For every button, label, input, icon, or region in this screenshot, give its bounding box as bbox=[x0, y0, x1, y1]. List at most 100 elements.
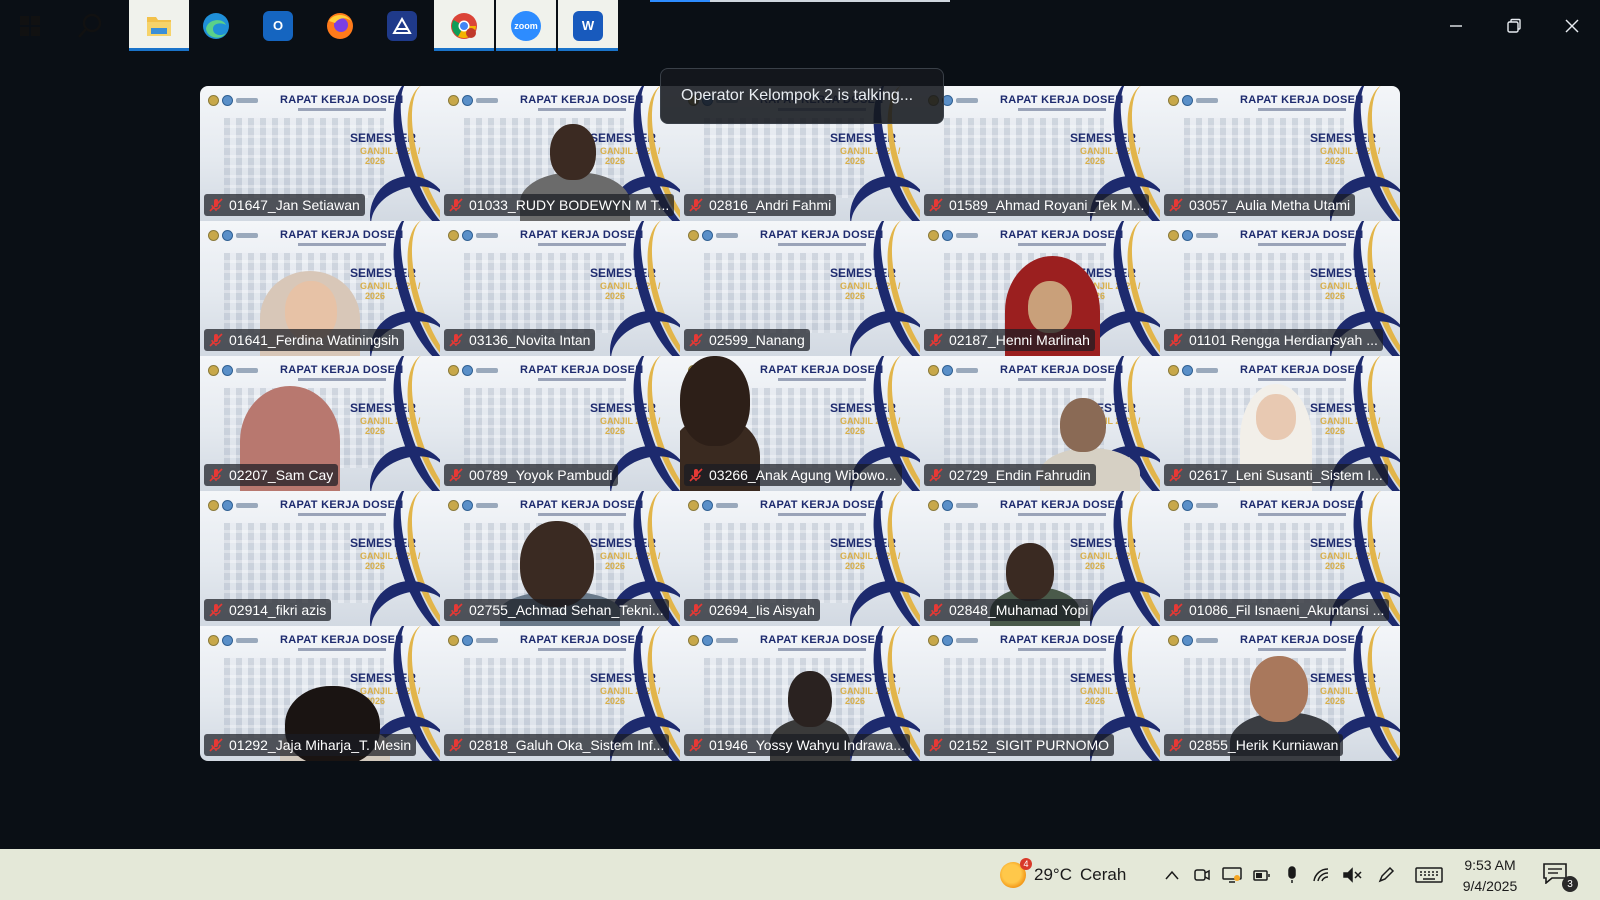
slide-building-image bbox=[704, 253, 864, 333]
participant-name-tag: 02694_Iis Aisyah bbox=[684, 599, 820, 621]
battery-tray-icon[interactable] bbox=[1248, 849, 1276, 900]
slide-logos bbox=[1168, 95, 1218, 106]
meet-now-tray-icon[interactable] bbox=[1188, 849, 1216, 900]
participant-tile[interactable]: RAPAT KERJA DOSEN SEMESTER GANJIL 2025 /… bbox=[920, 86, 1160, 221]
slide-year: 2026 bbox=[1085, 156, 1106, 166]
mic-muted-icon bbox=[209, 738, 223, 752]
touch-keyboard-button[interactable] bbox=[1412, 849, 1446, 900]
mic-muted-icon bbox=[1169, 468, 1183, 482]
participant-name: 00789_Yoyok Pambudi bbox=[469, 467, 613, 483]
participant-tile[interactable]: RAPAT KERJA DOSEN SEMESTER GANJIL 2025 /… bbox=[920, 356, 1160, 491]
participant-tile[interactable]: RAPAT KERJA DOSEN SEMESTER GANJIL 2025 /… bbox=[200, 491, 440, 626]
slide-building-image bbox=[1184, 523, 1344, 603]
participant-tile[interactable]: RAPAT KERJA DOSEN SEMESTER GANJIL 2025 /… bbox=[440, 86, 680, 221]
slide-title: RAPAT KERJA DOSEN bbox=[760, 499, 884, 511]
file-explorer-button[interactable] bbox=[129, 0, 189, 51]
keyboard-icon bbox=[1415, 866, 1443, 883]
edge-button[interactable] bbox=[186, 0, 246, 51]
participant-gallery: RAPAT KERJA DOSEN SEMESTER GANJIL 2025 /… bbox=[200, 86, 1400, 761]
participant-name: 02818_Galuh Oka_Sistem Inf... bbox=[469, 737, 665, 753]
mic-muted-icon bbox=[449, 468, 463, 482]
slide-year: 2026 bbox=[845, 156, 866, 166]
slide-logos bbox=[688, 230, 738, 241]
microphone-tray-icon[interactable] bbox=[1278, 849, 1306, 900]
outlook-icon: O bbox=[263, 10, 293, 41]
mic-muted-icon bbox=[929, 603, 943, 617]
participant-tile[interactable]: RAPAT KERJA DOSEN SEMESTER GANJIL 2025 /… bbox=[200, 86, 440, 221]
participant-tile[interactable]: RAPAT KERJA DOSEN SEMESTER GANJIL 2025 /… bbox=[200, 356, 440, 491]
network-tray-icon[interactable] bbox=[1308, 849, 1336, 900]
participant-tile[interactable]: RAPAT KERJA DOSEN SEMESTER GANJIL 2025 /… bbox=[680, 221, 920, 356]
slide-subtitle-line bbox=[538, 378, 626, 381]
slide-building-image bbox=[1184, 118, 1344, 198]
mic-muted-icon bbox=[1169, 333, 1183, 347]
participant-tile[interactable]: RAPAT KERJA DOSEN SEMESTER GANJIL 2025 /… bbox=[1160, 626, 1400, 761]
mic-muted-icon bbox=[689, 198, 703, 212]
mic-muted-icon bbox=[1169, 603, 1183, 617]
slide-year: 2026 bbox=[845, 561, 866, 571]
participant-tile[interactable]: RAPAT KERJA DOSEN SEMESTER GANJIL 2025 /… bbox=[920, 626, 1160, 761]
slide-logos bbox=[448, 230, 498, 241]
participant-tile[interactable]: RAPAT KERJA DOSEN SEMESTER GANJIL 2025 /… bbox=[200, 626, 440, 761]
participant-tile[interactable]: RAPAT KERJA DOSEN SEMESTER GANJIL 2025 /… bbox=[200, 221, 440, 356]
slide-subtitle-line bbox=[778, 243, 866, 246]
participant-name: 03136_Novita Intan bbox=[469, 332, 591, 348]
microphone-icon bbox=[1288, 865, 1296, 883]
participant-tile[interactable]: RAPAT KERJA DOSEN SEMESTER GANJIL 2025 /… bbox=[680, 626, 920, 761]
participant-tile[interactable]: RAPAT KERJA DOSEN SEMESTER GANJIL 2025 /… bbox=[680, 356, 920, 491]
chrome-button[interactable] bbox=[434, 0, 494, 51]
show-hidden-icons-button[interactable] bbox=[1158, 849, 1186, 900]
participant-tile[interactable]: RAPAT KERJA DOSEN SEMESTER GANJIL 2025 /… bbox=[1160, 356, 1400, 491]
participant-tile[interactable]: RAPAT KERJA DOSEN SEMESTER GANJIL 2025 /… bbox=[440, 491, 680, 626]
participant-name: 02848_Muhamad Yopi bbox=[949, 602, 1089, 618]
slide-title: RAPAT KERJA DOSEN bbox=[1240, 229, 1364, 241]
participant-tile[interactable]: RAPAT KERJA DOSEN SEMESTER GANJIL 2025 /… bbox=[440, 626, 680, 761]
slide-subtitle-line bbox=[298, 108, 386, 111]
mic-muted-icon bbox=[1169, 198, 1183, 212]
participant-tile[interactable]: RAPAT KERJA DOSEN SEMESTER GANJIL 2025 /… bbox=[1160, 491, 1400, 626]
participant-tile[interactable]: RAPAT KERJA DOSEN SEMESTER GANJIL 2025 /… bbox=[1160, 221, 1400, 356]
participant-name-tag: 01641_Ferdina Watiningsih bbox=[204, 329, 404, 351]
participant-tile[interactable]: RAPAT KERJA DOSEN SEMESTER GANJIL 2025 /… bbox=[440, 221, 680, 356]
participant-tile[interactable]: RAPAT KERJA DOSEN SEMESTER GANJIL 2025 /… bbox=[680, 491, 920, 626]
word-button[interactable]: W bbox=[558, 0, 618, 51]
mic-muted-icon bbox=[689, 333, 703, 347]
participant-name-tag: 02818_Galuh Oka_Sistem Inf... bbox=[444, 734, 670, 756]
zoom-button[interactable]: zoom bbox=[496, 0, 556, 51]
participant-tile[interactable]: RAPAT KERJA DOSEN SEMESTER GANJIL 2025 /… bbox=[440, 356, 680, 491]
mic-muted-icon bbox=[449, 603, 463, 617]
participant-name: 02816_Andri Fahmi bbox=[709, 197, 832, 213]
edge-browser-icon bbox=[203, 12, 229, 39]
participant-name-tag: 01946_Yossy Wahyu Indrawa... bbox=[684, 734, 910, 756]
participant-tile[interactable]: RAPAT KERJA DOSEN SEMESTER GANJIL 2025 /… bbox=[920, 491, 1160, 626]
slide-logos bbox=[1168, 500, 1218, 511]
participant-name: 01946_Yossy Wahyu Indrawa... bbox=[709, 737, 905, 753]
mic-muted-icon bbox=[689, 468, 703, 482]
pen-tray-icon[interactable] bbox=[1372, 849, 1400, 900]
display-tray-icon[interactable] bbox=[1218, 849, 1246, 900]
weather-widget[interactable]: 4 29°C Cerah bbox=[1000, 849, 1126, 900]
slide-subtitle-line bbox=[1018, 648, 1106, 651]
close-button[interactable] bbox=[1554, 12, 1590, 40]
windows-start-button[interactable] bbox=[0, 0, 60, 51]
notification-center-button[interactable]: 3 bbox=[1540, 860, 1580, 892]
participant-name: 02187_Henni Marlinah bbox=[949, 332, 1090, 348]
outlook-button[interactable]: O bbox=[248, 0, 308, 51]
slide-year: 2026 bbox=[1085, 696, 1106, 706]
slide-title: RAPAT KERJA DOSEN bbox=[1240, 94, 1364, 106]
firefox-button[interactable] bbox=[310, 0, 370, 51]
participant-name-tag: 01101 Rengga Herdiansyah ... bbox=[1164, 329, 1383, 351]
participant-name: 02855_Herik Kurniawan bbox=[1189, 737, 1339, 753]
volume-tray-icon[interactable] bbox=[1338, 849, 1366, 900]
taskbar-clock[interactable]: 9:53 AM 9/4/2025 bbox=[1450, 855, 1530, 897]
participant-tile[interactable]: RAPAT KERJA DOSEN SEMESTER GANJIL 2025 /… bbox=[920, 221, 1160, 356]
slide-title: RAPAT KERJA DOSEN bbox=[520, 364, 644, 376]
remote-app-button[interactable] bbox=[372, 0, 432, 51]
slide-year: 2026 bbox=[605, 426, 626, 436]
mic-muted-icon bbox=[449, 738, 463, 752]
restore-button[interactable] bbox=[1496, 12, 1532, 40]
minimize-button[interactable] bbox=[1438, 12, 1474, 40]
participant-tile[interactable]: RAPAT KERJA DOSEN SEMESTER GANJIL 2025 /… bbox=[1160, 86, 1400, 221]
participant-name-tag: 02617_Leni Susanti_Sistem I... bbox=[1164, 464, 1388, 486]
search-button[interactable] bbox=[60, 0, 120, 51]
